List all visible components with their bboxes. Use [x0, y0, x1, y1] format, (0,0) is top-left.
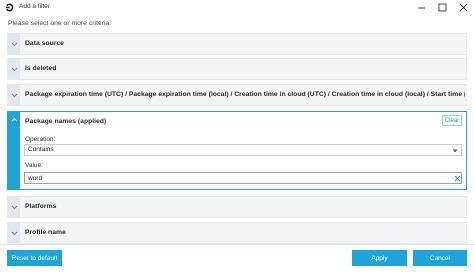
chevron-down-icon: [8, 85, 20, 105]
value-input[interactable]: [24, 172, 462, 184]
criterion-label: Profile name: [25, 229, 66, 236]
criteria-prompt: Please select one or more criteria:: [8, 20, 112, 27]
operation-label: Operation:: [25, 136, 56, 143]
app-logo-icon: [5, 3, 14, 12]
criterion-label: Is deleted: [25, 65, 57, 72]
chevron-up-icon: [11, 117, 17, 122]
dropdown-arrow-icon: [452, 149, 458, 153]
collapse-toggle[interactable]: [8, 112, 20, 189]
footer-divider: [0, 244, 474, 245]
criterion-platforms[interactable]: Platforms: [7, 196, 467, 218]
chevron-down-icon: [8, 223, 20, 243]
value-label: Value:: [25, 162, 43, 169]
chevron-down-icon: [8, 197, 20, 217]
operation-select[interactable]: Contains: [24, 144, 462, 156]
maximize-button[interactable]: [435, 1, 449, 13]
criterion-label: Package names (applied): [25, 118, 107, 125]
criterion-profile-name[interactable]: Profile name: [7, 222, 467, 244]
criterion-package-names-panel: Package names (applied) Clear Operation:…: [7, 111, 467, 190]
clear-input-icon[interactable]: [454, 175, 461, 182]
close-button[interactable]: [456, 1, 470, 13]
criterion-label: Platforms: [25, 203, 57, 210]
close-icon: [459, 3, 467, 11]
maximize-icon: [438, 3, 446, 11]
criterion-label: Data source: [25, 40, 64, 47]
clear-button[interactable]: Clear: [442, 115, 462, 126]
chevron-down-icon: [8, 34, 20, 54]
reset-to-default-button[interactable]: Reset to default: [7, 250, 62, 266]
title-bar: Add a filter: [0, 0, 474, 14]
chevron-down-icon: [8, 59, 20, 79]
apply-button[interactable]: Apply: [352, 250, 407, 266]
window-title: Add a filter: [19, 3, 51, 10]
criterion-data-source[interactable]: Data source: [7, 33, 467, 55]
minimize-icon: [417, 7, 425, 8]
cancel-button[interactable]: Cancel: [413, 250, 467, 266]
criterion-label: Package expiration time (UTC) / Package …: [25, 91, 465, 98]
minimize-button[interactable]: [414, 1, 428, 13]
criterion-is-deleted[interactable]: Is deleted: [7, 58, 467, 80]
operation-value: Contains: [28, 146, 54, 153]
criterion-times[interactable]: Package expiration time (UTC) / Package …: [7, 84, 467, 106]
